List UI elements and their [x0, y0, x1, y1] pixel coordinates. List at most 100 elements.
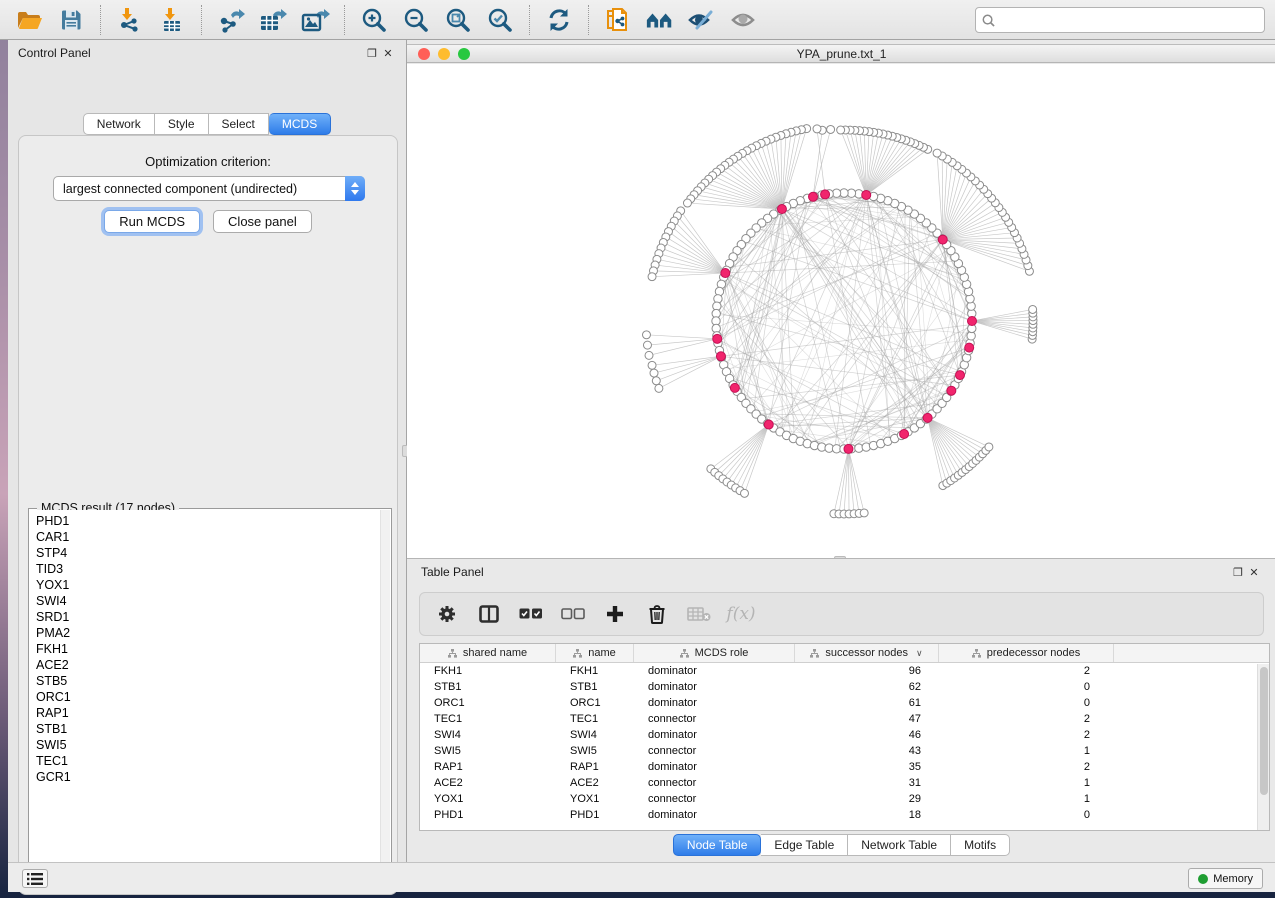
save-session-icon[interactable] — [56, 5, 86, 35]
network-node[interactable] — [683, 199, 691, 207]
mcds-result-item[interactable]: SWI4 — [36, 593, 380, 609]
search-input[interactable] — [1000, 13, 1258, 27]
node-table[interactable]: shared namenameMCDS rolesuccessor nodes∨… — [419, 643, 1270, 831]
network-window-titlebar[interactable]: YPA_prune.txt_1 — [407, 44, 1275, 63]
mcds-result-item[interactable]: YOX1 — [36, 577, 380, 593]
network-node[interactable] — [645, 351, 653, 359]
mcds-result-item[interactable]: SWI5 — [36, 737, 380, 753]
network-node[interactable] — [655, 384, 663, 392]
mcds-result-item[interactable]: ACE2 — [36, 657, 380, 673]
network-node[interactable] — [813, 125, 821, 133]
network-node[interactable] — [643, 341, 651, 349]
add-row-icon[interactable] — [602, 601, 628, 627]
network-node[interactable] — [650, 369, 658, 377]
table-row[interactable]: TEC1TEC1connector472 — [420, 711, 1269, 727]
table-row[interactable]: SWI4SWI4dominator462 — [420, 727, 1269, 743]
mcds-result-item[interactable]: PHD1 — [36, 513, 380, 529]
table-row[interactable]: SWI5SWI5connector431 — [420, 743, 1269, 759]
mcds-hub-node[interactable] — [965, 343, 974, 352]
network-graph[interactable] — [407, 64, 1275, 558]
mcds-result-item[interactable]: STP4 — [36, 545, 380, 561]
zoom-in-icon[interactable] — [359, 5, 389, 35]
search-box[interactable] — [975, 7, 1265, 33]
network-node[interactable] — [741, 489, 749, 497]
mcds-hub-node[interactable] — [947, 386, 956, 395]
table-row[interactable]: RAP1RAP1dominator352 — [420, 759, 1269, 775]
mcds-result-item[interactable]: FKH1 — [36, 641, 380, 657]
mcds-hub-node[interactable] — [844, 444, 853, 453]
new-network-from-selection-icon[interactable] — [603, 5, 633, 35]
network-node[interactable] — [648, 361, 656, 369]
mcds-result-item[interactable]: ORC1 — [36, 689, 380, 705]
import-table-icon[interactable] — [157, 5, 187, 35]
mcds-hub-node[interactable] — [716, 352, 725, 361]
tab-select[interactable]: Select — [209, 113, 269, 135]
mcds-hub-node[interactable] — [713, 334, 722, 343]
open-session-icon[interactable] — [14, 5, 44, 35]
optimization-criterion-select[interactable]: largest connected component (undirected) — [53, 176, 365, 201]
tab-motifs[interactable]: Motifs — [951, 834, 1010, 856]
zoom-fit-icon[interactable] — [443, 5, 473, 35]
mcds-hub-node[interactable] — [821, 190, 830, 199]
table-row[interactable]: ACE2ACE2connector311 — [420, 775, 1269, 791]
mcds-hub-node[interactable] — [730, 383, 739, 392]
mcds-result-item[interactable]: STB5 — [36, 673, 380, 689]
show-columns-icon[interactable] — [476, 601, 502, 627]
import-network-icon[interactable] — [115, 5, 145, 35]
float-table-panel-icon[interactable]: ❐ — [1230, 566, 1246, 579]
export-image-icon[interactable] — [300, 5, 330, 35]
mcds-hub-node[interactable] — [923, 413, 932, 422]
table-row[interactable]: FKH1FKH1dominator962 — [420, 663, 1269, 679]
mcds-result-item[interactable]: SRD1 — [36, 609, 380, 625]
network-node[interactable] — [985, 443, 993, 451]
delete-row-icon[interactable] — [644, 601, 670, 627]
mcds-result-item[interactable]: RAP1 — [36, 705, 380, 721]
mcds-hub-node[interactable] — [900, 430, 909, 439]
column-header-predecessor-nodes[interactable]: predecessor nodes — [939, 644, 1114, 662]
close-table-panel-icon[interactable]: ✕ — [1246, 566, 1262, 579]
mcds-result-item[interactable]: TEC1 — [36, 753, 380, 769]
close-panel-button[interactable]: Close panel — [213, 210, 312, 233]
mcds-result-item[interactable]: PMA2 — [36, 625, 380, 641]
network-canvas[interactable] — [407, 64, 1275, 558]
close-panel-icon[interactable]: ✕ — [380, 47, 396, 60]
mcds-result-item[interactable]: TID3 — [36, 561, 380, 577]
network-node[interactable] — [1029, 305, 1037, 313]
tab-style[interactable]: Style — [155, 113, 209, 135]
zoom-selected-icon[interactable] — [485, 5, 515, 35]
refresh-icon[interactable] — [544, 5, 574, 35]
table-scrollbar[interactable] — [1257, 664, 1269, 830]
network-node[interactable] — [933, 149, 941, 157]
mcds-list-scrollbar[interactable] — [380, 510, 390, 876]
zoom-out-icon[interactable] — [401, 5, 431, 35]
mcds-hub-node[interactable] — [956, 371, 965, 380]
column-header-shared-name[interactable]: shared name — [420, 644, 556, 662]
select-all-icon[interactable] — [518, 601, 544, 627]
column-header-successor-nodes[interactable]: successor nodes∨ — [795, 644, 939, 662]
table-scrollbar-thumb[interactable] — [1260, 667, 1268, 795]
tab-node-table[interactable]: Node Table — [673, 834, 762, 856]
network-overview-icon[interactable] — [645, 5, 675, 35]
memory-button[interactable]: Memory — [1188, 868, 1263, 889]
table-row[interactable]: ORC1ORC1dominator610 — [420, 695, 1269, 711]
task-history-button[interactable] — [22, 869, 48, 888]
tab-edge-table[interactable]: Edge Table — [761, 834, 848, 856]
network-node[interactable] — [837, 126, 845, 134]
tab-network-table[interactable]: Network Table — [848, 834, 951, 856]
mcds-hub-node[interactable] — [777, 205, 786, 214]
mcds-result-item[interactable]: CAR1 — [36, 529, 380, 545]
table-row[interactable]: YOX1YOX1connector291 — [420, 791, 1269, 807]
settings-gear-icon[interactable] — [434, 601, 460, 627]
hide-selected-icon[interactable] — [687, 5, 717, 35]
mcds-hub-node[interactable] — [809, 192, 818, 201]
mcds-hub-node[interactable] — [862, 190, 871, 199]
network-node[interactable] — [642, 331, 650, 339]
tab-network[interactable]: Network — [83, 113, 155, 135]
network-node[interactable] — [648, 273, 656, 281]
network-node[interactable] — [860, 509, 868, 517]
run-mcds-button[interactable]: Run MCDS — [104, 210, 200, 233]
table-row[interactable]: STB1STB1dominator620 — [420, 679, 1269, 695]
mcds-result-item[interactable]: GCR1 — [36, 769, 380, 785]
mcds-hub-node[interactable] — [764, 420, 773, 429]
table-row[interactable]: PHD1PHD1dominator180 — [420, 807, 1269, 823]
